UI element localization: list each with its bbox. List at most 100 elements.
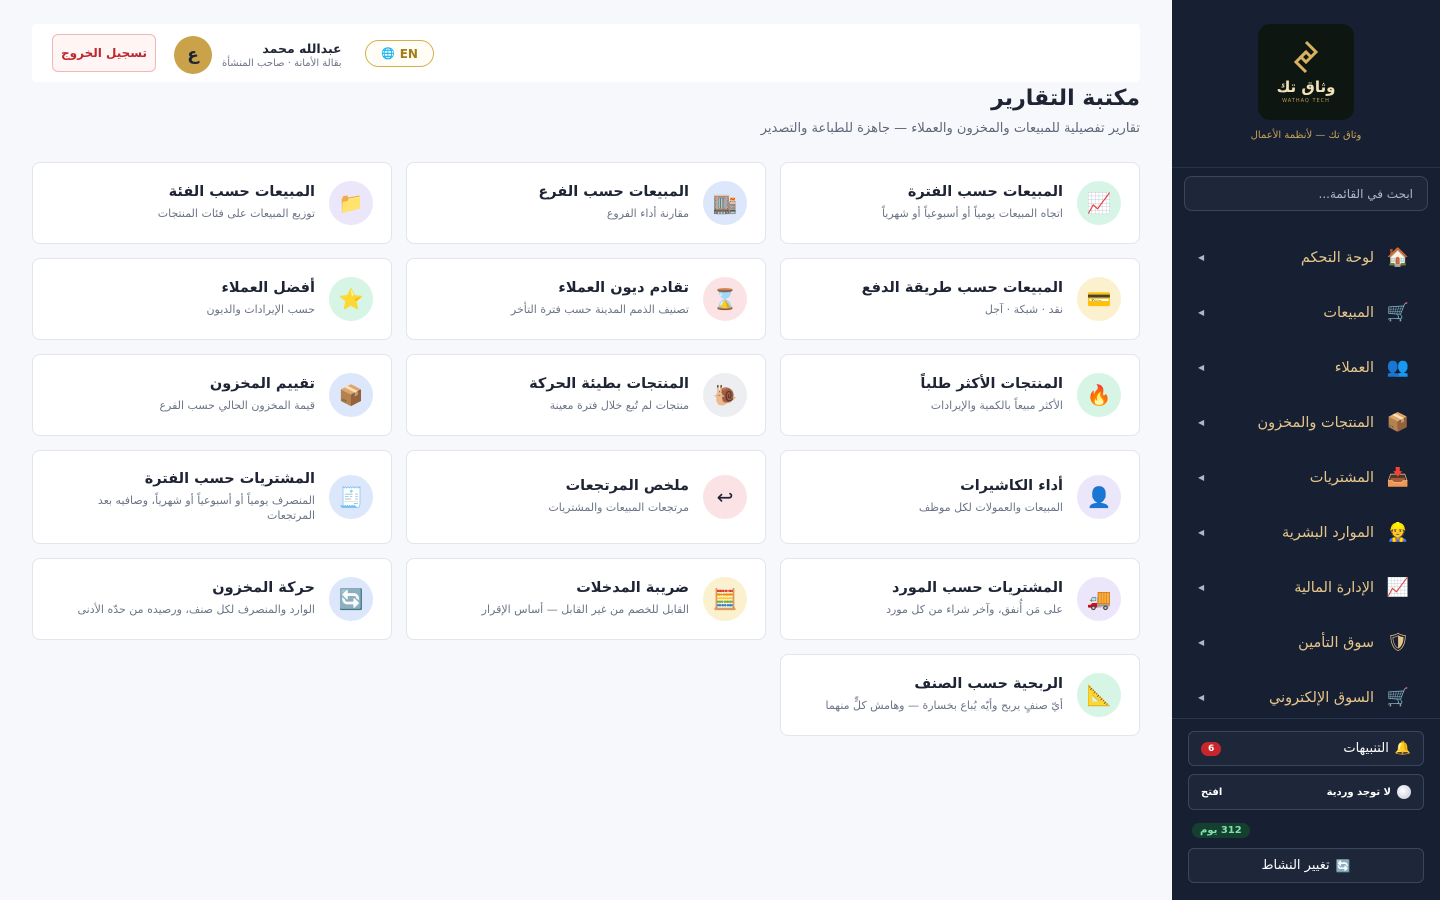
report-card-desc: على مَن أُنفق، وآخر شراء من كل مورد — [886, 603, 1063, 617]
logo[interactable]: وثاق تك WATHAQ TECH — [1258, 24, 1354, 120]
report-card-desc: منتجات لم تُبع خلال فترة معينة — [549, 399, 689, 413]
sidebar-item-label: الموارد البشرية — [1282, 524, 1374, 541]
sidebar-item-customers[interactable]: 👥 العملاء ◀ — [1172, 340, 1440, 395]
page-subtitle: تقارير تفصيلية للمبيعات والمخزون والعملا… — [760, 121, 1140, 136]
alerts-count-badge: 6 — [1201, 741, 1222, 756]
cart-icon: 🛒 — [1386, 302, 1410, 323]
switch-activity-label: تغيير النشاط — [1261, 858, 1330, 873]
report-card-desc: مقارنة أداء الفروع — [606, 207, 689, 221]
sidebar-item-label: الإدارة المالية — [1294, 579, 1374, 596]
shift-status-dot-icon — [1397, 785, 1411, 799]
sidebar-item-purchases[interactable]: 📥 المشتريات ◀ — [1172, 450, 1440, 505]
report-card[interactable]: ↩ ملخص المرتجعات مرتجعات المبيعات والمشت… — [406, 450, 766, 544]
report-card-text: المبيعات حسب الفترة اتجاه المبيعات يوميا… — [797, 184, 1063, 221]
report-card-desc: قيمة المخزون الحالي حسب الفرع — [159, 399, 315, 413]
hourglass-icon: ⌛ — [703, 277, 747, 321]
sidebar-search-input[interactable] — [1199, 186, 1413, 201]
report-card[interactable]: 📈 المبيعات حسب الفترة اتجاه المبيعات يوم… — [780, 162, 1140, 244]
globe-icon: 🌐 — [381, 47, 395, 60]
shift-label: لا توجد وردية — [1326, 786, 1391, 798]
report-card-title: المشتريات حسب المورد — [892, 580, 1063, 597]
report-card-text: حركة المخزون الوارد والمنصرف لكل صنف، ور… — [49, 580, 315, 617]
logo-mark-icon — [1293, 40, 1319, 74]
report-card[interactable]: 🐌 المنتجات بطيئة الحركة منتجات لم تُبع خ… — [406, 354, 766, 436]
report-card[interactable]: 🔥 المنتجات الأكثر طلباً الأكثر مبيعاً با… — [780, 354, 1140, 436]
triangle-ruler-icon: 📐 — [1077, 673, 1121, 717]
caret-left-icon: ◀ — [1198, 638, 1205, 647]
report-card-title: أفضل العملاء — [221, 280, 316, 297]
logo-tagline: WATHAQ TECH — [1282, 98, 1330, 104]
sidebar-item-dashboard[interactable]: 🏠 لوحة التحكم ◀ — [1172, 230, 1440, 285]
sidebar-item-sales[interactable]: 🛒 المبيعات ◀ — [1172, 285, 1440, 340]
report-card-text: المنتجات الأكثر طلباً الأكثر مبيعاً بالك… — [797, 376, 1063, 413]
cart-icon: 🛒 — [1386, 687, 1410, 708]
sidebar-footer: 🔔 التنبيهات 6 لا توجد وردية افتح 312 يوم… — [1172, 718, 1440, 900]
fire-icon: 🔥 — [1077, 373, 1121, 417]
building-icon: 🏬 — [703, 181, 747, 225]
report-card[interactable]: 🧾 المشتريات حسب الفترة المنصرف يومياً أو… — [32, 450, 392, 544]
sidebar-item-hr[interactable]: 👷 الموارد البشرية ◀ — [1172, 505, 1440, 560]
report-card-desc: توزيع المبيعات على فئات المنتجات — [157, 207, 315, 221]
report-card-desc: تصنيف الذمم المدينة حسب فترة التأخر — [510, 303, 689, 317]
report-card-title: المبيعات حسب الفترة — [907, 184, 1063, 201]
report-card-desc: الأكثر مبيعاً بالكمية والإيرادات — [930, 399, 1063, 413]
people-icon: 👥 — [1386, 357, 1410, 378]
report-card-text: المبيعات حسب طريقة الدفع نقد · شبكة · آج… — [797, 280, 1063, 317]
top-bar: تسجيل الخروج عبدالله محمد بقالة الأمانة … — [32, 24, 1140, 82]
report-card-desc: حسب الإيرادات والديون — [206, 303, 315, 317]
logo-name: وثاق تك — [1276, 78, 1336, 96]
sidebar-item-online-market[interactable]: 🛒 السوق الإلكتروني ◀ — [1172, 670, 1440, 725]
credit-card-icon: 💳 — [1077, 277, 1121, 321]
chart-up-icon: 📈 — [1386, 577, 1410, 598]
sidebar-brand: وثاق تك WATHAQ TECH وثاق تك — لأنظمة الأ… — [1172, 0, 1440, 168]
logout-button[interactable]: تسجيل الخروج — [52, 34, 156, 72]
folder-icon: 📁 — [329, 181, 373, 225]
report-card[interactable]: 📦 تقييم المخزون قيمة المخزون الحالي حسب … — [32, 354, 392, 436]
truck-icon: 🚚 — [1077, 577, 1121, 621]
sidebar-item-label: السوق الإلكتروني — [1269, 689, 1374, 706]
report-card[interactable]: 👤 أداء الكاشيرات المبيعات والعمولات لكل … — [780, 450, 1140, 544]
avatar: ع — [174, 36, 212, 74]
report-card[interactable]: 📁 المبيعات حسب الفئة توزيع المبيعات على … — [32, 162, 392, 244]
report-card-desc: القابل للخصم من غير القابل — أساس الإقرا… — [481, 603, 689, 617]
report-card-title: الربحية حسب الصنف — [914, 676, 1063, 693]
person-icon: 👤 — [1077, 475, 1121, 519]
brand-caption: وثاق تك — لأنظمة الأعمال — [1250, 130, 1362, 141]
abacus-icon: 🧮 — [703, 577, 747, 621]
report-card[interactable]: 📐 الربحية حسب الصنف أيّ صنفٍ يربح وأيّه … — [780, 654, 1140, 736]
report-card-text: المبيعات حسب الفئة توزيع المبيعات على فئ… — [49, 184, 315, 221]
report-card-text: الربحية حسب الصنف أيّ صنفٍ يربح وأيّه يُ… — [797, 676, 1063, 713]
language-toggle-button[interactable]: EN 🌐 — [365, 40, 434, 67]
house-icon: 🏠 — [1386, 247, 1410, 268]
open-shift-button[interactable]: افتح — [1201, 787, 1222, 798]
report-card-text: تقادم ديون العملاء تصنيف الذمم المدينة ح… — [423, 280, 689, 317]
report-card[interactable]: 🔄 حركة المخزون الوارد والمنصرف لكل صنف، … — [32, 558, 392, 640]
star-icon: ⭐ — [329, 277, 373, 321]
user-name: عبدالله محمد — [262, 41, 342, 56]
shift-status: لا توجد وردية افتح — [1188, 774, 1424, 810]
report-card-title: تقادم ديون العملاء — [558, 280, 689, 297]
report-card-desc: مرتجعات المبيعات والمشتريات — [548, 501, 689, 515]
report-card-title: حركة المخزون — [212, 580, 315, 597]
report-card-title: تقييم المخزون — [209, 376, 315, 393]
report-card[interactable]: 💳 المبيعات حسب طريقة الدفع نقد · شبكة · … — [780, 258, 1140, 340]
report-card-text: أداء الكاشيرات المبيعات والعمولات لكل مو… — [797, 478, 1063, 515]
sidebar-item-insurance-market[interactable]: 🛡 سوق التأمين ◀ — [1172, 615, 1440, 670]
report-card[interactable]: ⭐ أفضل العملاء حسب الإيرادات والديون — [32, 258, 392, 340]
report-card[interactable]: 🧮 ضريبة المدخلات القابل للخصم من غير الق… — [406, 558, 766, 640]
report-card[interactable]: 🏬 المبيعات حسب الفرع مقارنة أداء الفروع — [406, 162, 766, 244]
alerts-button[interactable]: 🔔 التنبيهات 6 — [1188, 731, 1424, 766]
sidebar-item-products-inventory[interactable]: 📦 المنتجات والمخزون ◀ — [1172, 395, 1440, 450]
report-card[interactable]: 🚚 المشتريات حسب المورد على مَن أُنفق، وآ… — [780, 558, 1140, 640]
report-card-desc: أيّ صنفٍ يربح وأيّه يُباع بخسارة — وهامش… — [825, 699, 1063, 713]
report-card-text: أفضل العملاء حسب الإيرادات والديون — [49, 280, 315, 317]
sidebar-item-label: العملاء — [1334, 359, 1374, 376]
user-info: عبدالله محمد بقالة الأمانة · صاحب المنشأ… — [222, 41, 342, 69]
sidebar-item-finance[interactable]: 📈 الإدارة المالية ◀ — [1172, 560, 1440, 615]
alerts-label: التنبيهات — [1343, 741, 1389, 756]
report-card[interactable]: ⌛ تقادم ديون العملاء تصنيف الذمم المدينة… — [406, 258, 766, 340]
language-label: EN — [399, 46, 418, 61]
user-menu[interactable]: عبدالله محمد بقالة الأمانة · صاحب المنشأ… — [174, 36, 342, 74]
user-role: بقالة الأمانة · صاحب المنشأة — [222, 58, 342, 69]
switch-activity-button[interactable]: 🔄 تغيير النشاط — [1188, 848, 1424, 883]
